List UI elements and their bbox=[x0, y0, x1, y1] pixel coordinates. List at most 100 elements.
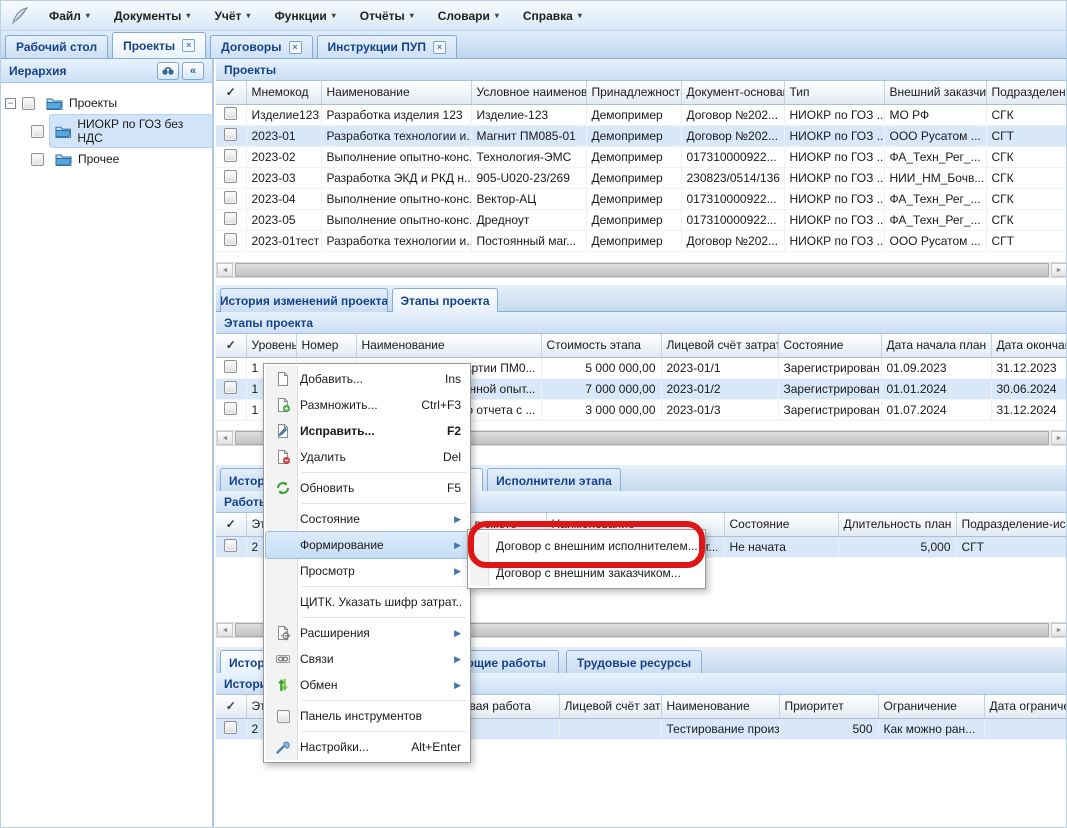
tab-project-stages[interactable]: Этапы проекта bbox=[392, 288, 498, 312]
cell[interactable]: Демопример bbox=[586, 209, 681, 230]
projects-hscrollbar[interactable]: ◄ ► bbox=[216, 262, 1067, 278]
context-menu-item[interactable]: Настройки...Alt+Enter bbox=[266, 734, 468, 760]
menubar-item-reports[interactable]: Отчёты▾ bbox=[348, 5, 426, 27]
collapse-panel-icon[interactable]: « bbox=[182, 62, 204, 80]
table-row[interactable]: 2023-05Выполнение опытно-конс...Дредноут… bbox=[216, 209, 1067, 230]
column-header[interactable]: Ограничение bbox=[878, 695, 984, 718]
cell[interactable]: Технология-ЭМС bbox=[471, 146, 586, 167]
cell[interactable]: 230823/0514/136 bbox=[681, 167, 784, 188]
scroll-left-icon[interactable]: ◄ bbox=[217, 431, 233, 445]
cell[interactable]: Изделие123 bbox=[246, 104, 321, 125]
cell[interactable]: Разработка изделия 123 bbox=[321, 104, 471, 125]
context-menu-item[interactable]: УдалитьDel bbox=[266, 444, 468, 470]
column-header[interactable]: Принадлежность bbox=[586, 81, 681, 104]
menubar-item-functions[interactable]: Функции▾ bbox=[262, 5, 347, 27]
row-checkbox[interactable] bbox=[224, 539, 237, 552]
row-checkbox[interactable] bbox=[224, 721, 237, 734]
cell[interactable]: ФА_Техн_Рег_... bbox=[884, 146, 986, 167]
table-row[interactable]: 2023-03Разработка ЭКД и РКД н...905-U020… bbox=[216, 167, 1067, 188]
cell[interactable]: Разработка технологии и... bbox=[321, 230, 471, 251]
row-select-cell[interactable] bbox=[216, 399, 246, 420]
cell[interactable]: 5 000 000,00 bbox=[541, 357, 661, 378]
tab-projects[interactable]: Проекты× bbox=[112, 32, 206, 58]
context-menu-item[interactable]: Обмен▶ bbox=[266, 672, 468, 698]
table-row[interactable]: 2023-04Выполнение опытно-конс...Вектор-А… bbox=[216, 188, 1067, 209]
cell[interactable]: 2023-02 bbox=[246, 146, 321, 167]
context-menu-item[interactable]: Добавить...Ins bbox=[266, 366, 468, 392]
close-icon[interactable]: × bbox=[182, 39, 195, 52]
cell[interactable]: СГТ bbox=[986, 230, 1067, 251]
cell[interactable]: НИОКР по ГОЗ ... bbox=[784, 104, 884, 125]
cell[interactable]: 5,000 bbox=[838, 536, 956, 557]
cell[interactable]: 31.12.2023 bbox=[991, 357, 1067, 378]
cell[interactable]: 2023-01тест bbox=[246, 230, 321, 251]
cell[interactable]: 01.09.2023 bbox=[881, 357, 991, 378]
tab-project-history[interactable]: История изменений проекта bbox=[220, 288, 388, 312]
tab-contracts[interactable]: Договоры× bbox=[210, 35, 312, 58]
scroll-right-icon[interactable]: ► bbox=[1051, 623, 1067, 637]
select-all-header[interactable]: ✓ bbox=[216, 513, 246, 536]
cell[interactable]: НИОКР по ГОЗ ... bbox=[784, 230, 884, 251]
row-checkbox[interactable] bbox=[224, 402, 237, 415]
cell[interactable]: Демопример bbox=[586, 188, 681, 209]
row-select-cell[interactable] bbox=[216, 188, 246, 209]
cell[interactable]: СГК bbox=[986, 146, 1067, 167]
cell[interactable]: СГК bbox=[986, 188, 1067, 209]
scroll-left-icon[interactable]: ◄ bbox=[217, 623, 233, 637]
cell[interactable]: Тестирование произве... bbox=[661, 718, 779, 739]
cell[interactable]: 01.07.2024 bbox=[881, 399, 991, 420]
column-header[interactable]: Наименование bbox=[661, 695, 779, 718]
cell[interactable]: Как можно ран... bbox=[878, 718, 984, 739]
menubar-item-documents[interactable]: Документы▾ bbox=[102, 5, 203, 27]
cell[interactable]: 2023-04 bbox=[246, 188, 321, 209]
cell[interactable]: Разработка ЭКД и РКД н... bbox=[321, 167, 471, 188]
cell[interactable]: Изделие-123 bbox=[471, 104, 586, 125]
cell[interactable]: Договор №202... bbox=[681, 104, 784, 125]
menubar-item-help[interactable]: Справка▾ bbox=[511, 5, 594, 27]
tree-node-other[interactable]: Прочее bbox=[1, 145, 212, 173]
cell[interactable]: НИИ_НМ_Бочв... bbox=[884, 167, 986, 188]
tree-node-projects[interactable]: − Проекты bbox=[1, 89, 212, 117]
tab-labor-resources[interactable]: Трудовые ресурсы bbox=[566, 650, 702, 674]
scroll-right-icon[interactable]: ► bbox=[1051, 263, 1067, 277]
row-select-cell[interactable] bbox=[216, 167, 246, 188]
node-checkbox[interactable] bbox=[31, 153, 44, 166]
cell[interactable]: СГТ bbox=[986, 125, 1067, 146]
column-header[interactable]: Состояние bbox=[778, 334, 881, 357]
cell[interactable]: Не начата bbox=[724, 536, 838, 557]
cell[interactable]: Разработка технологии и... bbox=[321, 125, 471, 146]
cell[interactable]: 017310000922... bbox=[681, 188, 784, 209]
cell[interactable]: СГК bbox=[986, 209, 1067, 230]
column-header[interactable]: Состояние bbox=[724, 513, 838, 536]
cell[interactable]: Дредноут bbox=[471, 209, 586, 230]
cell[interactable]: Демопример bbox=[586, 125, 681, 146]
row-select-cell[interactable] bbox=[216, 718, 246, 739]
cell[interactable]: 017310000922... bbox=[681, 209, 784, 230]
scroll-right-icon[interactable]: ► bbox=[1051, 431, 1067, 445]
row-checkbox[interactable] bbox=[224, 212, 237, 225]
context-submenu-item[interactable]: Договор с внешним исполнителем... bbox=[470, 532, 703, 559]
cell[interactable]: Демопример bbox=[586, 167, 681, 188]
cell[interactable] bbox=[984, 718, 1067, 739]
cell[interactable]: 500 bbox=[779, 718, 878, 739]
row-select-cell[interactable] bbox=[216, 146, 246, 167]
column-header[interactable]: Дата окончани bbox=[991, 334, 1067, 357]
tab-desktop[interactable]: Рабочий стол bbox=[5, 35, 108, 58]
context-menu-item[interactable]: Панель инструментов bbox=[266, 703, 468, 729]
row-checkbox[interactable] bbox=[224, 128, 237, 141]
cell[interactable]: Договор №202... bbox=[681, 230, 784, 251]
cell[interactable]: НИОКР по ГОЗ ... bbox=[784, 209, 884, 230]
context-menu-item[interactable]: Исправить...F2 bbox=[266, 418, 468, 444]
menubar-item-accounting[interactable]: Учёт▾ bbox=[202, 5, 262, 27]
column-header[interactable]: Мнемокод bbox=[246, 81, 321, 104]
row-select-cell[interactable] bbox=[216, 357, 246, 378]
cell[interactable]: Зарегистрирован bbox=[778, 357, 881, 378]
context-menu-item[interactable]: Формирование▶ bbox=[266, 532, 468, 558]
cell[interactable]: СГК bbox=[986, 104, 1067, 125]
context-menu-item[interactable]: Просмотр▶ bbox=[266, 558, 468, 584]
cell[interactable]: Зарегистрирован bbox=[778, 399, 881, 420]
cell[interactable]: Договор №202... bbox=[681, 125, 784, 146]
context-submenu-item[interactable]: Договор с внешним заказчиком... bbox=[470, 559, 703, 586]
select-all-header[interactable]: ✓ bbox=[216, 81, 246, 104]
table-row[interactable]: Изделие123Разработка изделия 123Изделие-… bbox=[216, 104, 1067, 125]
